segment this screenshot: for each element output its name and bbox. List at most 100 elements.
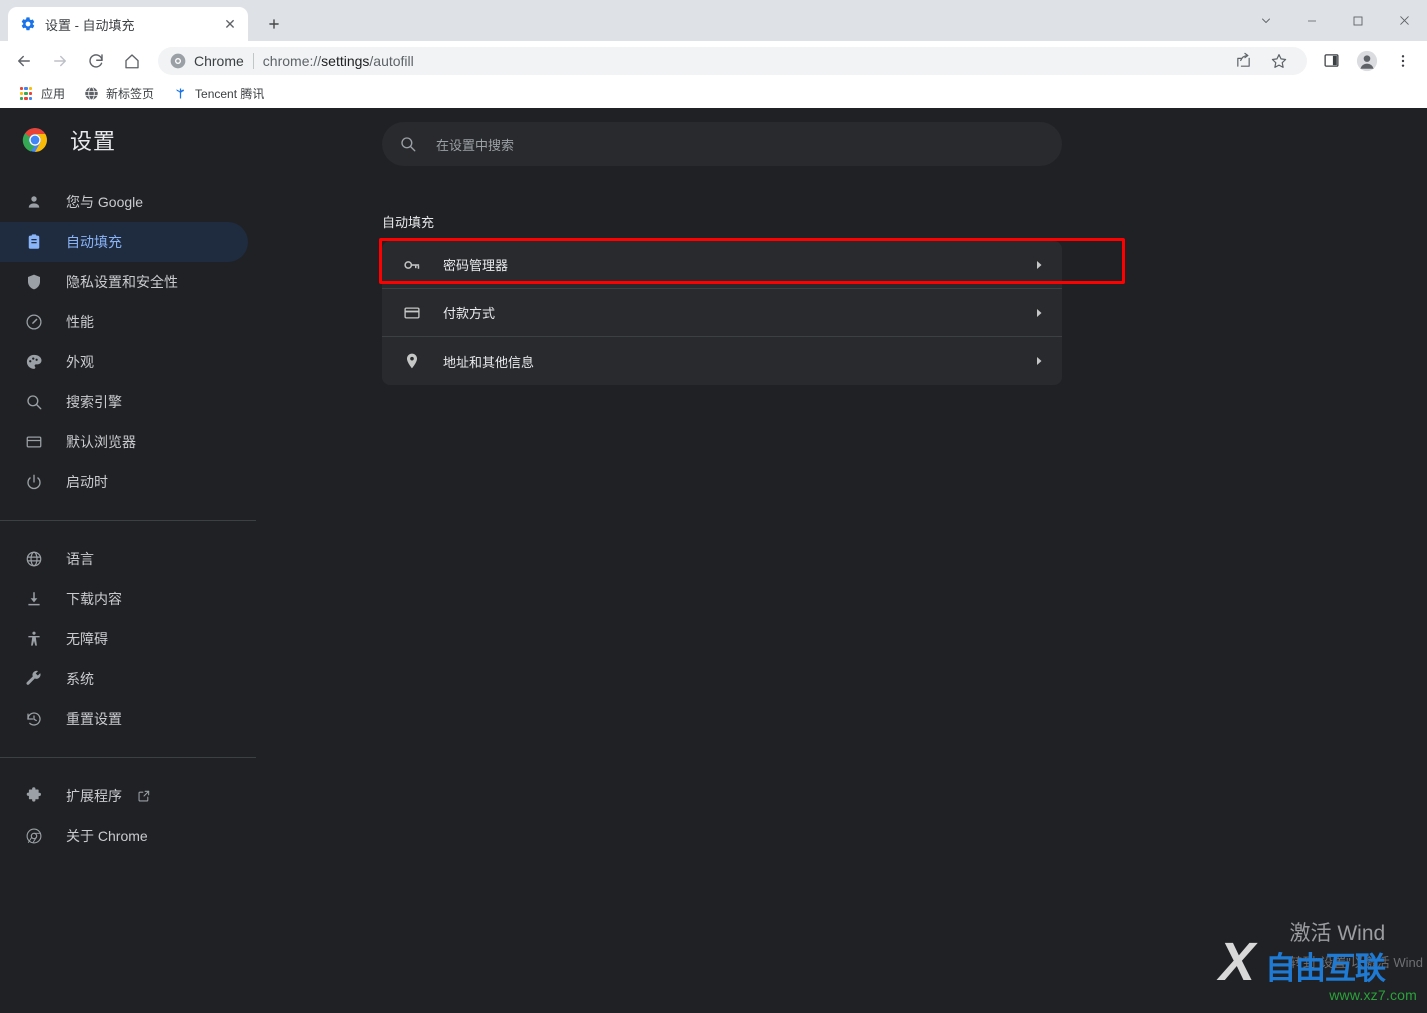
omnibox-actions xyxy=(1225,46,1297,76)
bookmark-label: Tencent 腾讯 xyxy=(195,87,265,101)
speedometer-icon xyxy=(24,312,44,332)
sidebar-item-accessibility[interactable]: 无障碍 xyxy=(0,619,248,659)
share-icon[interactable] xyxy=(1228,46,1258,76)
sidebar-item-on-startup[interactable]: 启动时 xyxy=(0,462,248,502)
sidebar-nav-group-2: 语言 下载内容 无障碍 系统 重置设置 xyxy=(0,539,280,739)
home-icon[interactable] xyxy=(117,46,147,76)
search-wrapper: 在设置中搜索 xyxy=(280,108,1427,166)
section-title: 自动填充 xyxy=(382,215,435,230)
sidebar-item-label: 外观 xyxy=(66,354,94,370)
search-input[interactable]: 在设置中搜索 xyxy=(382,122,1062,166)
settings-page: 设置 您与 Google 自动填充 隐私设置和安全性 性能 外观 搜索引擎 默认… xyxy=(0,108,1427,1013)
accessibility-icon xyxy=(24,629,44,649)
star-icon[interactable] xyxy=(1264,46,1294,76)
shield-icon xyxy=(24,272,44,292)
autofill-card: 密码管理器 付款方式 地址和其他信息 xyxy=(379,238,1125,385)
bookmark-tencent[interactable]: Tencent 腾讯 xyxy=(164,83,272,105)
bookmark-label: 新标签页 xyxy=(106,87,155,101)
row-payment-methods[interactable]: 付款方式 xyxy=(382,289,1062,337)
maximize-button[interactable] xyxy=(1335,0,1381,41)
chevron-right-icon xyxy=(1032,258,1046,272)
tab-search-button[interactable] xyxy=(1243,0,1289,41)
browser-toolbar: Chrome chrome://settings/autofill xyxy=(0,41,1427,80)
sidebar-item-downloads[interactable]: 下载内容 xyxy=(0,579,248,619)
sidebar-item-appearance[interactable]: 外观 xyxy=(0,342,248,382)
sidebar-item-autofill[interactable]: 自动填充 xyxy=(0,222,248,262)
row-label: 密码管理器 xyxy=(443,258,509,273)
sidebar-item-you-and-google[interactable]: 您与 Google xyxy=(0,182,248,222)
sidebar-item-search-engine[interactable]: 搜索引擎 xyxy=(0,382,248,422)
close-button[interactable] xyxy=(1381,0,1427,41)
row-label: 付款方式 xyxy=(443,306,496,321)
toolbar-right-actions xyxy=(1313,46,1421,76)
chevron-right-icon xyxy=(1032,306,1046,320)
reload-icon[interactable] xyxy=(81,46,111,76)
key-icon xyxy=(402,255,422,275)
puzzle-icon xyxy=(24,786,44,806)
new-tab-button[interactable] xyxy=(260,10,288,38)
omnibox-separator xyxy=(252,52,254,69)
bookmarks-bar: 应用 新标签页 Tencent 腾讯 xyxy=(0,80,1427,108)
omnibox-url: chrome://settings/autofill xyxy=(263,53,414,69)
download-icon xyxy=(24,589,44,609)
palette-icon xyxy=(24,352,44,372)
chrome-icon xyxy=(24,826,44,846)
settings-title: 设置 xyxy=(70,129,117,154)
settings-gear-favicon-icon xyxy=(20,16,36,32)
omnibox-scheme-label: Chrome xyxy=(194,52,244,69)
sidebar-item-label: 搜索引擎 xyxy=(66,394,122,410)
location-pin-icon xyxy=(402,351,422,371)
browser-window-icon xyxy=(24,432,44,452)
settings-main: 在设置中搜索 自动填充 密码管理器 付款方式 地址和其他信息 xyxy=(280,108,1427,1013)
globe-icon xyxy=(24,549,44,569)
bookmark-label: 应用 xyxy=(41,87,66,101)
forward-icon[interactable] xyxy=(45,46,75,76)
sidebar-item-label: 重置设置 xyxy=(66,711,122,727)
url-suffix: /autofill xyxy=(369,52,414,69)
sidebar-item-system[interactable]: 系统 xyxy=(0,659,248,699)
sidebar-item-reset-settings[interactable]: 重置设置 xyxy=(0,699,248,739)
sidebar-item-label: 您与 Google xyxy=(66,194,144,210)
sidebar-item-label: 启动时 xyxy=(66,474,108,490)
sidebar-item-label: 下载内容 xyxy=(66,591,122,607)
external-link-icon[interactable] xyxy=(136,789,151,804)
url-bold: settings xyxy=(321,52,370,69)
sidebar-item-label: 无障碍 xyxy=(66,631,108,647)
bookmark-apps[interactable]: 应用 xyxy=(10,83,73,105)
clipboard-icon xyxy=(24,232,44,252)
sidebar-item-about-chrome[interactable]: 关于 Chrome xyxy=(0,816,248,856)
settings-brand: 设置 xyxy=(0,108,280,172)
chrome-logo-icon xyxy=(170,53,186,69)
profile-avatar-icon[interactable] xyxy=(1352,46,1382,76)
row-password-manager[interactable]: 密码管理器 xyxy=(382,241,1062,289)
sidebar-item-label: 系统 xyxy=(66,671,94,687)
tab-close-icon[interactable]: ✕ xyxy=(220,14,240,34)
side-panel-icon[interactable] xyxy=(1316,46,1346,76)
search-icon xyxy=(24,392,44,412)
sidebar-item-privacy-security[interactable]: 隐私设置和安全性 xyxy=(0,262,248,302)
url-prefix: chrome:// xyxy=(262,52,322,69)
sidebar-item-default-browser[interactable]: 默认浏览器 xyxy=(0,422,248,462)
sidebar-nav-group-1: 您与 Google 自动填充 隐私设置和安全性 性能 外观 搜索引擎 默认浏览器… xyxy=(0,172,280,502)
sidebar-nav-group-3: 扩展程序 关于 Chrome xyxy=(0,776,280,856)
chevron-right-icon xyxy=(1032,354,1046,368)
back-icon[interactable] xyxy=(9,46,39,76)
person-icon xyxy=(24,192,44,212)
browser-tab[interactable]: 设置 - 自动填充 ✕ xyxy=(8,7,248,41)
row-addresses-and-more[interactable]: 地址和其他信息 xyxy=(382,337,1062,385)
sidebar-item-label: 隐私设置和安全性 xyxy=(66,274,178,290)
three-dot-menu-icon[interactable] xyxy=(1388,46,1418,76)
credit-card-icon xyxy=(402,303,422,323)
row-label: 地址和其他信息 xyxy=(443,354,535,370)
sidebar-item-extensions[interactable]: 扩展程序 xyxy=(0,776,248,816)
bookmark-new-tab[interactable]: 新标签页 xyxy=(75,83,162,105)
sidebar-item-languages[interactable]: 语言 xyxy=(0,539,248,579)
tencent-icon xyxy=(172,86,188,102)
sidebar-item-performance[interactable]: 性能 xyxy=(0,302,248,342)
sidebar-divider xyxy=(0,520,256,521)
settings-sidebar: 设置 您与 Google 自动填充 隐私设置和安全性 性能 外观 搜索引擎 默认… xyxy=(0,108,280,1013)
address-bar[interactable]: Chrome chrome://settings/autofill xyxy=(158,46,1307,76)
minimize-button[interactable] xyxy=(1289,0,1335,41)
tab-title: 设置 - 自动填充 xyxy=(45,17,135,33)
sidebar-item-label: 性能 xyxy=(66,314,94,330)
